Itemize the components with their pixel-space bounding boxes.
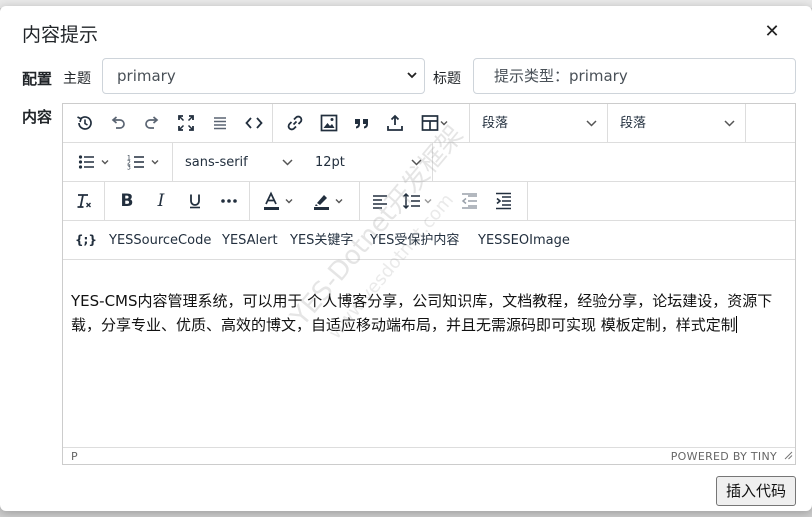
align-left-icon[interactable] (366, 188, 394, 214)
image-icon[interactable] (315, 110, 343, 136)
bullet-list-icon[interactable] (71, 149, 117, 175)
content-label: 内容 (22, 108, 53, 126)
plugin-yesalert[interactable]: YESAlert (222, 221, 278, 260)
code-icon[interactable] (240, 110, 268, 136)
fullscreen-icon[interactable] (172, 110, 200, 136)
svg-text:3: 3 (127, 165, 131, 172)
upload-icon[interactable] (381, 110, 409, 136)
code-brace-icon: {;} (75, 233, 97, 247)
paragraph-dropdown[interactable]: 段落 (608, 104, 746, 143)
plugin-yessourcecode[interactable]: YESSourceCode (109, 221, 211, 260)
underline-icon[interactable] (181, 188, 209, 214)
theme-select-value: primary (117, 67, 176, 85)
highlight-color-icon[interactable] (306, 188, 352, 214)
close-icon: ✕ (764, 21, 780, 42)
toolbar-group-color (250, 182, 360, 221)
toolbar-row-3: B I (63, 182, 795, 221)
blockquote-icon[interactable] (348, 110, 376, 136)
config-section-label: 配置 (22, 70, 53, 88)
block-format-dropdown[interactable]: 段落 (470, 104, 608, 143)
close-button[interactable]: ✕ (760, 20, 784, 44)
font-size-value: 12pt (315, 155, 345, 170)
insert-code-button[interactable]: 插入代码 (716, 476, 796, 506)
element-path[interactable]: P (71, 450, 78, 463)
numbered-list-icon[interactable]: 123 (121, 149, 167, 175)
powered-by-tiny[interactable]: POWERED BY TINY (671, 450, 777, 463)
font-family-value: sans-serif (185, 155, 248, 170)
plugin-yes-protected-content[interactable]: YES受保护内容 (370, 221, 459, 260)
toolbar-group-align (360, 182, 528, 221)
toolbar-row-2: 123 sans-serif 12pt (63, 143, 795, 182)
text-caret (735, 316, 737, 333)
editor-statusbar: P POWERED BY TINY (63, 447, 795, 464)
resize-grip-icon[interactable] (784, 451, 793, 463)
editor-content[interactable]: YES-CMS内容管理系统，可以用于 个人博客分享，公司知识库，文档教程，经验分… (71, 289, 787, 337)
font-family-dropdown[interactable]: sans-serif (173, 143, 303, 182)
list-icon[interactable] (206, 110, 234, 136)
table-icon[interactable] (415, 110, 455, 136)
history-icon[interactable] (71, 110, 99, 136)
font-size-dropdown[interactable]: 12pt (303, 143, 433, 182)
toolbar-group-clear (63, 182, 105, 221)
redo-icon[interactable] (138, 110, 166, 136)
clear-format-icon[interactable] (70, 188, 98, 214)
undo-icon[interactable] (104, 110, 132, 136)
line-height-icon[interactable] (396, 188, 442, 214)
toolbar-group-lists: 123 (63, 143, 173, 182)
dialog-title: 内容提示 (22, 24, 99, 46)
toolbar-row-plugins: {;} YESSourceCode YESAlert YES关键字 YES受保护… (63, 221, 795, 260)
outdent-icon[interactable] (456, 188, 484, 214)
title-input[interactable]: 提示类型：primary (473, 58, 796, 94)
italic-icon[interactable]: I (147, 188, 175, 214)
link-icon[interactable] (281, 110, 309, 136)
content-tip-dialog: 内容提示 ✕ 配置 主题 primary 标题 提示类型：primary 内容 (0, 6, 812, 511)
rich-text-editor: 段落 段落 123 sans-serif 12pt B I {;} YESSou… (62, 103, 796, 465)
more-icon[interactable] (215, 188, 243, 214)
toolbar-group-text-style: B I (105, 182, 250, 221)
toolbar-group-history (63, 104, 273, 143)
toolbar-row-1: 段落 段落 (63, 104, 795, 143)
plugin-yesseoimage[interactable]: YESSEOImage (478, 221, 570, 260)
indent-icon[interactable] (490, 188, 518, 214)
title-label: 标题 (433, 71, 461, 87)
plugin-yes-keyword[interactable]: YES关键字 (290, 221, 353, 260)
title-input-value: 提示类型：primary (494, 67, 628, 85)
paragraph-value: 段落 (620, 116, 647, 131)
bold-icon[interactable]: B (113, 188, 141, 214)
editor-body-text: YES-CMS内容管理系统，可以用于 个人博客分享，公司知识库，文档教程，经验分… (71, 292, 773, 334)
theme-select[interactable]: primary (102, 58, 425, 94)
toolbar-group-insert (273, 104, 470, 143)
block-format-value: 段落 (482, 116, 509, 131)
chevron-down-icon (406, 59, 418, 106)
theme-label: 主题 (63, 71, 91, 87)
text-color-icon[interactable] (256, 188, 302, 214)
